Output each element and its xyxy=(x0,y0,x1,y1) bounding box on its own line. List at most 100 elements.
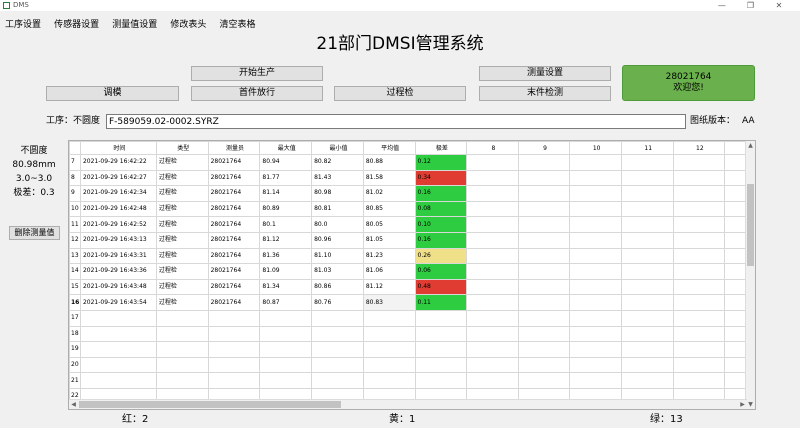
mold-adjust-button[interactable]: 调模 xyxy=(46,86,179,101)
cell-empty[interactable] xyxy=(207,341,261,358)
scroll-down-icon[interactable]: ▼ xyxy=(746,400,755,409)
cell-empty[interactable] xyxy=(517,185,571,202)
scroll-left-icon[interactable]: ◀ xyxy=(69,400,78,409)
row-number[interactable]: 15 xyxy=(69,278,81,296)
cell-empty[interactable] xyxy=(517,294,571,311)
cell-empty[interactable] xyxy=(672,154,726,171)
header-col-12[interactable]: 12 xyxy=(672,141,726,155)
cell-empty[interactable] xyxy=(259,341,313,358)
cell-empty[interactable] xyxy=(79,341,157,358)
cell-op[interactable]: 28021764 xyxy=(207,247,261,265)
menu-clear-table[interactable]: 清空表格 xyxy=(216,17,258,33)
cell-empty[interactable] xyxy=(620,247,674,265)
cell-avg[interactable]: 80.88 xyxy=(362,154,416,171)
cell-min[interactable]: 80.76 xyxy=(311,294,364,311)
cell-empty[interactable] xyxy=(517,247,571,265)
cell-empty[interactable] xyxy=(466,294,519,311)
cell-empty[interactable] xyxy=(259,356,313,374)
cell-empty[interactable] xyxy=(569,200,622,218)
cell-empty[interactable] xyxy=(672,341,726,358)
cell-min[interactable]: 80.0 xyxy=(311,216,364,233)
cell-time[interactable]: 2021-09-29 16:43:48 xyxy=(79,278,157,296)
cell-max[interactable]: 80.1 xyxy=(259,216,313,233)
vertical-scrollbar[interactable]: ▲ ▼ xyxy=(745,141,755,409)
cell-range-status[interactable]: 0.10 xyxy=(414,216,468,233)
cell-min[interactable]: 81.03 xyxy=(311,263,364,280)
header-range[interactable]: 极差 xyxy=(414,141,468,155)
row-number[interactable]: 17 xyxy=(69,309,81,327)
cell-empty[interactable] xyxy=(569,154,622,171)
cell-op[interactable]: 28021764 xyxy=(207,216,261,233)
cell-empty[interactable] xyxy=(620,325,674,343)
cell-max[interactable]: 81.12 xyxy=(259,231,313,249)
table-row[interactable]: 10 2021-09-29 16:42:48 过程检 28021764 80.89 80.… xyxy=(69,200,755,218)
cell-empty[interactable] xyxy=(207,325,261,343)
header-avg[interactable]: 平均值 xyxy=(362,141,416,155)
cell-empty[interactable] xyxy=(207,356,261,374)
cell-empty[interactable] xyxy=(517,169,571,187)
cell-empty[interactable] xyxy=(259,309,313,327)
row-number[interactable]: 9 xyxy=(69,185,81,202)
final-check-button[interactable]: 末件检测 xyxy=(479,86,611,101)
row-number[interactable]: 10 xyxy=(69,200,81,218)
row-number[interactable]: 21 xyxy=(69,372,81,389)
header-time[interactable]: 时间 xyxy=(79,141,157,155)
cell-empty[interactable] xyxy=(466,278,519,296)
cell-empty[interactable] xyxy=(569,309,622,327)
cell-type[interactable]: 过程检 xyxy=(155,169,209,187)
cell-time[interactable]: 2021-09-29 16:42:48 xyxy=(79,200,157,218)
row-number[interactable]: 7 xyxy=(69,154,81,171)
cell-empty[interactable] xyxy=(672,169,726,187)
table-row[interactable]: 17 xyxy=(69,309,755,327)
cell-empty[interactable] xyxy=(466,341,519,358)
cell-empty[interactable] xyxy=(620,185,674,202)
cell-empty[interactable] xyxy=(466,200,519,218)
cell-op[interactable]: 28021764 xyxy=(207,294,261,311)
cell-min[interactable]: 80.86 xyxy=(311,278,364,296)
cell-empty[interactable] xyxy=(672,231,726,249)
cell-empty[interactable] xyxy=(362,309,416,327)
maximize-icon[interactable]: ❐ xyxy=(737,0,763,11)
cell-empty[interactable] xyxy=(466,372,519,389)
cell-empty[interactable] xyxy=(672,263,726,280)
cell-empty[interactable] xyxy=(79,325,157,343)
table-row[interactable]: 15 2021-09-29 16:43:48 过程检 28021764 81.34 80.… xyxy=(69,278,755,296)
cell-empty[interactable] xyxy=(569,169,622,187)
table-row[interactable]: 20 xyxy=(69,356,755,374)
cell-op[interactable]: 28021764 xyxy=(207,169,261,187)
delete-measure-button[interactable]: 删除测量值 xyxy=(9,226,60,240)
cell-type[interactable]: 过程检 xyxy=(155,216,209,233)
cell-empty[interactable] xyxy=(672,200,726,218)
table-row[interactable]: 19 xyxy=(69,341,755,358)
cell-empty[interactable] xyxy=(569,356,622,374)
cell-range-status[interactable]: 0.48 xyxy=(414,278,468,296)
horizontal-scrollbar[interactable]: ◀ ▶ xyxy=(69,399,747,409)
first-piece-button[interactable]: 首件放行 xyxy=(191,86,323,101)
cell-empty[interactable] xyxy=(517,309,571,327)
cell-empty[interactable] xyxy=(414,309,468,327)
cell-max[interactable]: 80.94 xyxy=(259,154,313,171)
cell-empty[interactable] xyxy=(672,294,726,311)
cell-empty[interactable] xyxy=(672,278,726,296)
cell-empty[interactable] xyxy=(362,341,416,358)
cell-range-status[interactable]: 0.08 xyxy=(414,200,468,218)
cell-empty[interactable] xyxy=(672,309,726,327)
cell-avg[interactable]: 80.83 xyxy=(362,294,416,311)
cell-min[interactable]: 81.43 xyxy=(311,169,364,187)
cell-empty[interactable] xyxy=(620,356,674,374)
cell-avg[interactable]: 81.02 xyxy=(362,185,416,202)
cell-empty[interactable] xyxy=(569,278,622,296)
user-badge[interactable]: 28021764 欢迎您! xyxy=(622,65,755,101)
row-number[interactable]: 13 xyxy=(69,247,81,265)
table-row[interactable]: 7 2021-09-29 16:42:22 过程检 28021764 80.94 80.8… xyxy=(69,154,755,171)
cell-empty[interactable] xyxy=(517,356,571,374)
cell-range-status[interactable]: 0.11 xyxy=(414,294,468,311)
cell-empty[interactable] xyxy=(569,247,622,265)
cell-empty[interactable] xyxy=(569,372,622,389)
cell-empty[interactable] xyxy=(362,325,416,343)
cell-empty[interactable] xyxy=(155,341,209,358)
header-col-11[interactable]: 11 xyxy=(620,141,674,155)
cell-type[interactable]: 过程检 xyxy=(155,294,209,311)
cell-max[interactable]: 81.14 xyxy=(259,185,313,202)
cell-empty[interactable] xyxy=(79,309,157,327)
